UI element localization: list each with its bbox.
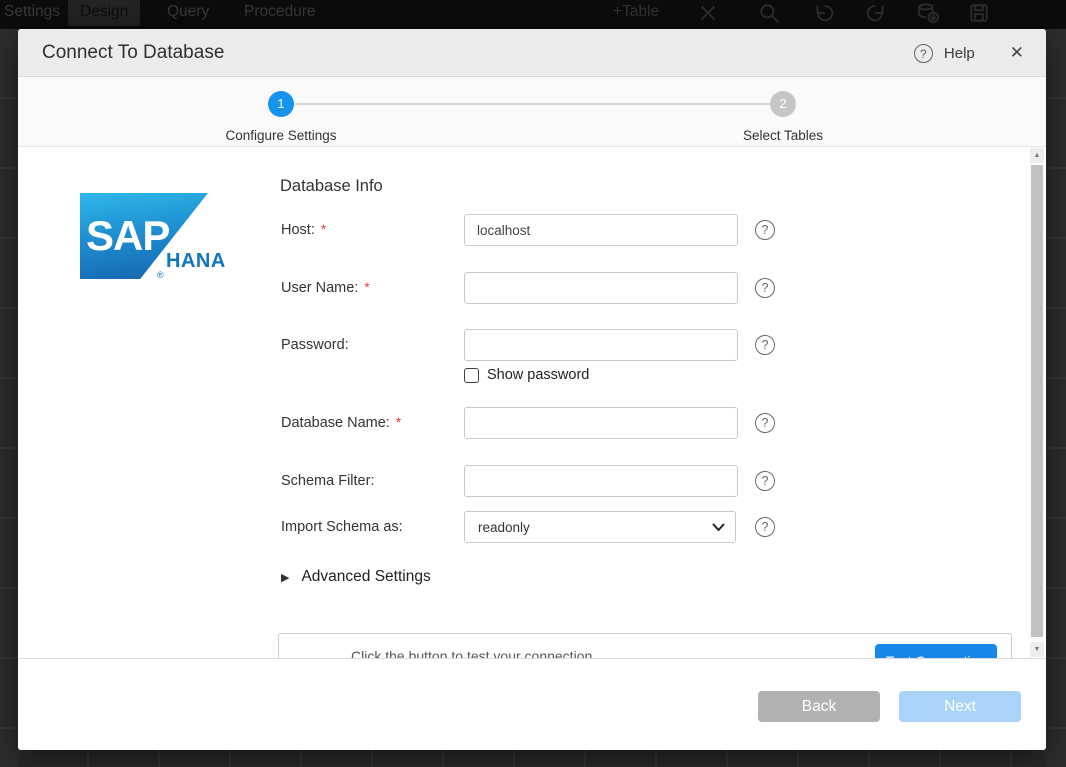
advanced-settings-label: Advanced Settings <box>301 568 430 586</box>
database-name-help-icon[interactable]: ? <box>755 413 775 433</box>
user-name-input[interactable] <box>464 272 738 304</box>
dialog-footer: Back Next <box>18 658 1046 750</box>
schema-filter-input[interactable] <box>464 465 738 497</box>
chevron-down-icon <box>712 523 725 532</box>
scroll-down-button[interactable]: ▼ <box>1030 642 1044 657</box>
test-connection-caption: Click the button to test your connection <box>351 648 592 658</box>
user-name-help-icon[interactable]: ? <box>755 278 775 298</box>
user-name-label: User Name:* <box>281 280 370 296</box>
dialog-header: Connect To Database ? Help ✕ <box>18 29 1046 77</box>
password-label: Password: <box>281 337 349 353</box>
tab-procedure: Procedure <box>232 0 328 26</box>
step-2-circle: 2 <box>770 91 796 117</box>
advanced-settings-toggle[interactable]: ▶ Advanced Settings <box>281 568 431 586</box>
sap-logo-registered-mark: ® <box>157 271 164 280</box>
test-connection-button[interactable]: Test Connection <box>875 644 997 658</box>
host-input[interactable] <box>464 214 738 246</box>
search-icon <box>758 2 780 24</box>
background-table-left <box>0 29 18 767</box>
password-help-icon[interactable]: ? <box>755 335 775 355</box>
close-icon[interactable]: ✕ <box>1010 43 1024 63</box>
sap-logo-brand: SAP <box>86 215 169 257</box>
stepper-connector-line <box>295 103 770 105</box>
dialog-title: Connect To Database <box>42 29 224 77</box>
database-name-label: Database Name:* <box>281 415 401 431</box>
tab-settings: Settings <box>0 0 72 26</box>
scroll-up-button[interactable]: ▲ <box>1030 148 1044 163</box>
background-table-bottom <box>18 750 1046 767</box>
sap-logo-product: HANA <box>166 251 226 271</box>
tab-query: Query <box>155 0 221 26</box>
database-export-icon <box>917 2 939 24</box>
database-info-heading: Database Info <box>280 177 383 196</box>
required-marker: * <box>396 415 401 430</box>
tab-design: Design <box>68 0 140 26</box>
database-name-input[interactable] <box>464 407 738 439</box>
content-scrollbar[interactable]: ▲ ▼ <box>1030 147 1044 658</box>
show-password-label[interactable]: Show password <box>487 367 589 383</box>
undo-icon <box>812 2 834 24</box>
required-marker: * <box>364 280 369 295</box>
caret-right-icon: ▶ <box>281 571 289 584</box>
test-connection-section: Click the button to test your connection… <box>278 633 1012 658</box>
background-tab-bar: Settings Design Query Procedure +Table <box>0 0 1066 29</box>
wizard-stepper: 1 2 Configure Settings Select Tables <box>18 77 1046 147</box>
import-schema-selected-value: readonly <box>478 520 530 535</box>
required-marker: * <box>321 222 326 237</box>
schema-filter-label: Schema Filter: <box>281 473 374 489</box>
close-icon <box>697 2 719 24</box>
password-input[interactable] <box>464 329 738 361</box>
host-label: Host:* <box>281 222 326 238</box>
step-1-circle: 1 <box>268 91 294 117</box>
help-icon[interactable]: ? <box>914 44 933 63</box>
sap-hana-logo: SAP ® HANA <box>78 191 258 287</box>
step-1-label: Configure Settings <box>181 128 381 143</box>
dialog-content: SAP ® HANA Database Info Host:* ? User N… <box>18 147 1046 658</box>
add-table-button: +Table <box>613 0 659 26</box>
host-help-icon[interactable]: ? <box>755 220 775 240</box>
help-link[interactable]: Help <box>944 45 975 62</box>
schema-filter-help-icon[interactable]: ? <box>755 471 775 491</box>
step-2-label: Select Tables <box>683 128 883 143</box>
background-table-right <box>1046 29 1066 767</box>
back-button[interactable]: Back <box>758 691 880 722</box>
connect-to-database-dialog: Connect To Database ? Help ✕ 1 2 Configu… <box>18 29 1046 750</box>
import-schema-help-icon[interactable]: ? <box>755 517 775 537</box>
import-schema-label: Import Schema as: <box>281 519 403 535</box>
redo-icon <box>866 2 888 24</box>
save-icon <box>968 2 990 24</box>
import-schema-select[interactable]: readonly <box>464 511 736 543</box>
scrollbar-thumb[interactable] <box>1031 165 1043 637</box>
next-button[interactable]: Next <box>899 691 1021 722</box>
show-password-checkbox[interactable] <box>464 368 479 383</box>
